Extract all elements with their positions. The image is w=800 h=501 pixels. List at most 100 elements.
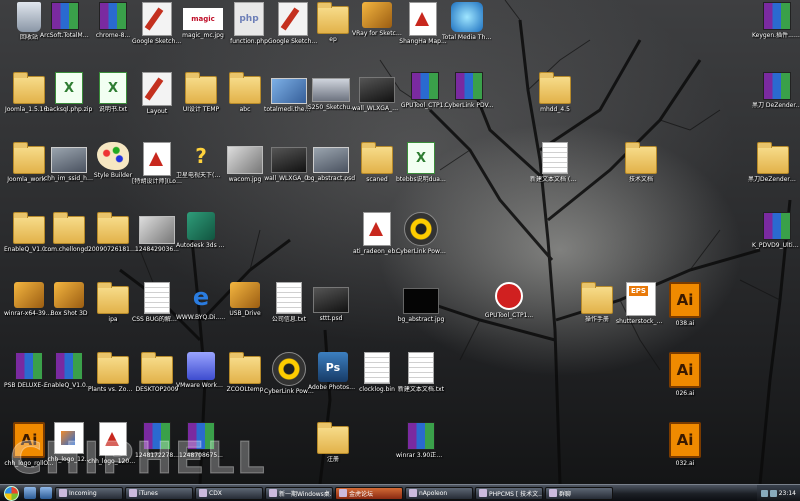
desktop-icon[interactable]: VMware Workstation bbox=[176, 352, 226, 389]
desktop-icon[interactable]: USB_Drive bbox=[220, 282, 270, 317]
taskbar-button[interactable]: CDX bbox=[195, 486, 263, 500]
tray-volume-icon[interactable] bbox=[769, 489, 777, 497]
desktop-icon[interactable]: EnableQ_V1.0_P... bbox=[44, 352, 94, 389]
desktop-icon[interactable]: IS250_Sketchu... bbox=[306, 72, 356, 111]
desktop-icon[interactable]: chrome-8... bbox=[88, 2, 138, 39]
desktop-icon[interactable]: X 说明书.txt bbox=[88, 72, 138, 113]
desktop-icon[interactable]: ShangHa Map... bbox=[398, 2, 448, 45]
taskbar-button[interactable]: iTunes bbox=[125, 486, 193, 500]
desktop-icon[interactable]: wacom.jpg bbox=[220, 142, 270, 183]
desktop-icon[interactable]: CyberLink PowerDVD bbox=[264, 352, 314, 395]
taskbar-button-label: PHPCMS [ 技术文... bbox=[489, 490, 543, 498]
tray-network-icon[interactable] bbox=[760, 489, 768, 497]
desktop-icon[interactable]: 技术文档 bbox=[616, 142, 666, 183]
taskbar-button[interactable]: 新一期Windows桌... bbox=[265, 486, 333, 500]
3dsmax-icon bbox=[187, 212, 215, 240]
sketchup-icon bbox=[278, 2, 308, 36]
desktop-icon[interactable]: 20090726181519 bbox=[88, 212, 138, 253]
desktop[interactable]: 回收站 ArcSoft.TotalMe... chrome-8... Google S… bbox=[0, 0, 800, 484]
desktop-icon[interactable]: 新建文本文档 (2).txt bbox=[530, 142, 580, 183]
desktop-icon[interactable]: ZCOOLtemp bbox=[220, 352, 270, 393]
desktop-icon[interactable]: ati_radeon_eb... bbox=[352, 212, 402, 255]
desktop-icon-label: 032.ai bbox=[675, 460, 695, 467]
desktop-icon[interactable]: winrar 3.90正式版本(32位64位) bbox=[396, 422, 446, 459]
image-file-icon: magic bbox=[183, 8, 223, 30]
desktop-icon[interactable]: VRay for SketchUp 中文... bbox=[352, 2, 402, 37]
desktop-icon[interactable]: ipa bbox=[88, 282, 138, 323]
desktop-icon[interactable]: php function.php bbox=[224, 2, 274, 45]
desktop-icon-label: Autodesk 3ds Max 2009 32位 bbox=[176, 242, 226, 249]
desktop-icon[interactable]: 黑刀DeZender4.3 bbox=[748, 142, 798, 183]
rar-archive-icon bbox=[455, 72, 483, 100]
desktop-icon[interactable]: Plants vs. Zombies bbox=[88, 352, 138, 393]
desktop-icon[interactable]: CSS BUG的解决方案.txt bbox=[132, 282, 182, 323]
taskbar-button[interactable]: PHPCMS [ 技术文... bbox=[475, 486, 543, 500]
quick-launch-ie-icon[interactable] bbox=[24, 487, 36, 499]
desktop-icon[interactable]: CyberLink PDV... bbox=[444, 72, 494, 109]
desktop-icon[interactable]: mhdd_4.5 bbox=[530, 72, 580, 113]
clock[interactable]: 23:14 bbox=[779, 490, 796, 497]
desktop-icon[interactable]: Keygen.插件...rar bbox=[752, 2, 800, 39]
desktop-icon[interactable]: Ps Adobe Photoshop C... bbox=[308, 352, 358, 391]
desktop-icon[interactable]: CyberLink PowerDVD 9 bbox=[396, 212, 446, 255]
desktop-icon[interactable]: chh_im_ssid_hea... bbox=[44, 142, 94, 182]
desktop-icon-label: ArcSoft.TotalMe... bbox=[40, 32, 90, 39]
desktop-icon[interactable]: Layout bbox=[132, 72, 182, 115]
desktop-icon[interactable]: com.chellongd... bbox=[44, 212, 94, 253]
desktop-icon[interactable]: Autodesk 3ds Max 2009 32位 bbox=[176, 212, 226, 249]
desktop-icon[interactable]: 黑刀 DeZender4.3.rar bbox=[752, 72, 800, 109]
desktop-icon[interactable]: bg_abstract.psd bbox=[306, 142, 356, 182]
taskbar-button[interactable]: nApoleon bbox=[405, 486, 473, 500]
desktop-icon[interactable]: bg_abstract.jpg bbox=[396, 282, 446, 323]
desktop-icon-label: 1248172278... bbox=[135, 452, 179, 459]
desktop-icon[interactable]: 操作手册 bbox=[572, 282, 622, 323]
desktop-icon[interactable]: Ai 026.ai bbox=[660, 352, 710, 397]
pdf-file-icon bbox=[99, 422, 127, 456]
desktop-icon[interactable]: Xbacksql.php.zip bbox=[44, 72, 94, 113]
desktop-icon[interactable]: sttt.psd bbox=[306, 282, 356, 322]
desktop-icon[interactable]: clocklog.bin bbox=[352, 352, 402, 393]
desktop-icon[interactable]: UI设计 TEMP bbox=[176, 72, 226, 113]
desktop-icon[interactable]: scaned bbox=[352, 142, 402, 183]
desktop-icon[interactable]: 1248172278... bbox=[132, 422, 182, 459]
desktop-icon[interactable]: abc bbox=[220, 72, 270, 113]
desktop-icon[interactable]: shutterstock_2... bbox=[616, 282, 666, 325]
desktop-icon[interactable]: Ai 032.ai bbox=[660, 422, 710, 467]
desktop-icon[interactable]: Xbtebbs说明dualcar.xls bbox=[396, 142, 446, 183]
desktop-icon[interactable]: ep bbox=[308, 2, 358, 43]
desktop-icon[interactable]: wall_WLXGA_D... bbox=[352, 72, 402, 112]
image-file-icon bbox=[271, 78, 307, 104]
desktop-icon[interactable]: GPUTool_CTP1... bbox=[484, 282, 534, 319]
desktop-icon[interactable]: ArcSoft.TotalMe... bbox=[40, 2, 90, 39]
desktop-icon-label: Total Media Theatre 3 bbox=[442, 34, 492, 41]
desktop-icon[interactable]: Total Media Theatre 3 bbox=[442, 2, 492, 41]
desktop-icon[interactable]: magic magic_mc.jpg bbox=[178, 2, 228, 39]
start-button[interactable] bbox=[0, 485, 22, 501]
desktop-icon-label: 注册 bbox=[326, 456, 339, 463]
desktop-icon[interactable]: [特胡设计师](Logo设计... bbox=[132, 142, 182, 185]
desktop-icon[interactable]: e WWW.BYQ.Di...淘淘所有.DVD... bbox=[176, 282, 226, 321]
desktop-icon[interactable]: K_PDVD9_Ultima... bbox=[752, 212, 800, 249]
taskbar-button[interactable]: 金虎论坛 bbox=[335, 486, 403, 500]
rar-archive-icon bbox=[55, 352, 83, 380]
desktop-icon[interactable]: chh_logo_1200... bbox=[88, 422, 138, 465]
taskbar-button[interactable]: Incoming bbox=[55, 486, 123, 500]
desktop-icon[interactable]: 新建文本文档.txt bbox=[396, 352, 446, 393]
desktop-icon-label: Layout bbox=[146, 108, 168, 115]
desktop-icon[interactable]: Ai 038.ai bbox=[660, 282, 710, 327]
desktop-icon-label: function.php bbox=[230, 38, 268, 45]
desktop-icon[interactable]: 1248708675... bbox=[176, 422, 226, 459]
image-file-icon bbox=[227, 146, 263, 174]
quick-launch-folder-icon[interactable] bbox=[40, 487, 52, 499]
desktop-icon[interactable]: Box Shot 3D bbox=[44, 282, 94, 317]
desktop-icon[interactable]: 注册 bbox=[308, 422, 358, 463]
desktop-icon[interactable]: DESKTOP2009 bbox=[132, 352, 182, 393]
taskbar-button[interactable]: 群聊 bbox=[545, 486, 613, 500]
desktop-icon[interactable]: Google SketchUp bbox=[132, 2, 182, 45]
desktop-icon-label: GPUTool_CTP1... bbox=[400, 102, 450, 109]
desktop-icon[interactable]: GPUTool_CTP1... bbox=[400, 72, 450, 109]
desktop-icon[interactable]: ? 卫星电视天下(中国)有限公司 bbox=[176, 142, 226, 179]
desktop-icon[interactable]: chh_logo_12... bbox=[44, 422, 94, 463]
desktop-icon[interactable]: 1248429036... bbox=[132, 212, 182, 253]
desktop-icon[interactable]: Style Builder bbox=[88, 142, 138, 179]
